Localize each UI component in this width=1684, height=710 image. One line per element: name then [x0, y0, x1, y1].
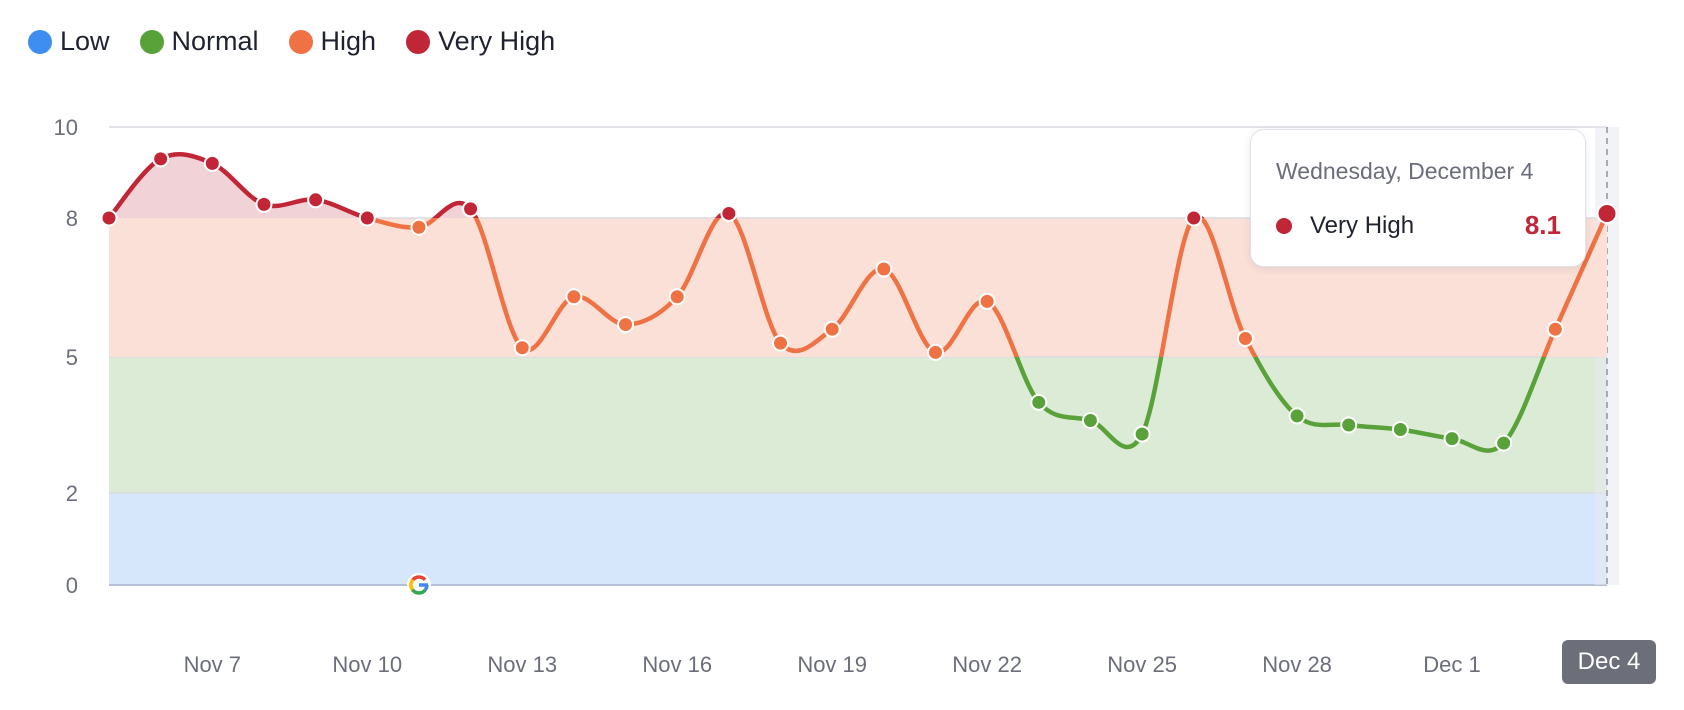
band-low [109, 493, 1607, 585]
data-point [720, 204, 738, 222]
google-update-icon [406, 573, 431, 597]
tooltip-row: Very High 8.1 [1276, 210, 1561, 241]
data-point [823, 320, 841, 338]
data-point [926, 343, 944, 361]
x-tick-label: Nov 7 [184, 652, 241, 677]
data-point [668, 288, 686, 306]
data-point [617, 316, 635, 334]
data-point [565, 288, 583, 306]
x-tick-label: Nov 19 [797, 652, 867, 677]
data-point [1081, 411, 1099, 429]
data-point [358, 209, 376, 227]
data-point [410, 218, 428, 236]
data-point [513, 339, 531, 357]
data-point [1236, 329, 1254, 347]
data-point [100, 209, 118, 227]
y-tick-label: 2 [66, 481, 78, 506]
data-point [1185, 209, 1203, 227]
x-tick-label: Nov 28 [1262, 652, 1332, 677]
data-point [772, 334, 790, 352]
volatility-chart[interactable]: 0 2 5 8 10 Nov 7 Nov 10 Nov 13 Nov 16 Nov 19 Nov 2… [0, 0, 1684, 710]
y-tick-label: 5 [66, 345, 78, 370]
data-point [1443, 430, 1461, 448]
data-point [307, 191, 325, 209]
tooltip: Wednesday, December 4 Very High 8.1 [1250, 129, 1586, 267]
data-point [1391, 421, 1409, 439]
data-point [1030, 393, 1048, 411]
tooltip-label: Very High [1310, 211, 1415, 239]
x-tick-label: Nov 16 [642, 652, 712, 677]
data-point [1546, 320, 1564, 338]
y-tick-label: 0 [66, 573, 78, 598]
data-point [875, 260, 893, 278]
data-point [203, 154, 221, 172]
data-point [1495, 434, 1513, 452]
tooltip-value: 8.1 [1524, 210, 1561, 240]
data-point [462, 200, 480, 218]
x-tick-label: Nov 22 [952, 652, 1022, 677]
y-tick-label: 8 [66, 206, 78, 231]
data-point [1340, 416, 1358, 434]
x-tick-label: Dec 1 [1423, 652, 1480, 677]
tooltip-dot-icon [1276, 217, 1292, 234]
y-tick-label: 10 [54, 115, 78, 140]
x-tick-label-active: Dec 4 [1562, 640, 1656, 684]
data-point [1288, 407, 1306, 425]
data-point [255, 195, 273, 213]
data-point [978, 292, 996, 310]
tooltip-date: Wednesday, December 4 [1276, 158, 1534, 184]
data-point [1596, 202, 1618, 224]
band-normal [109, 357, 1607, 493]
x-tick-label: Nov 10 [332, 652, 402, 677]
data-point [1133, 425, 1151, 443]
data-point [152, 150, 170, 168]
x-tick-label: Nov 25 [1107, 652, 1177, 677]
x-tick-label: Nov 13 [487, 652, 557, 677]
